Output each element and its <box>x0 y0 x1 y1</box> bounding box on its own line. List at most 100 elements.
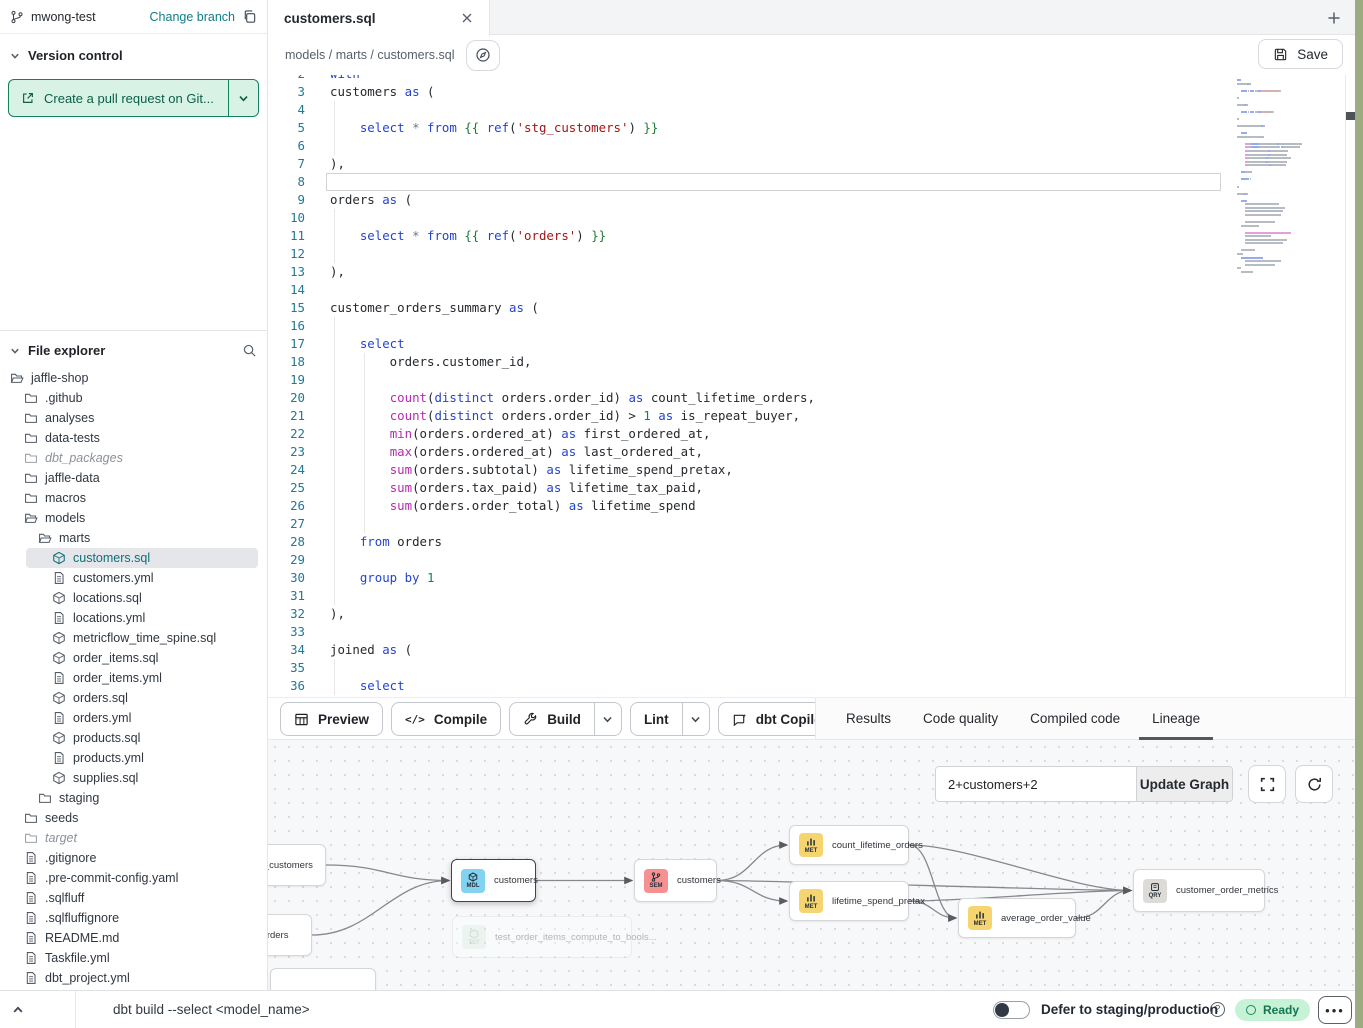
tree-item-data-tests[interactable]: data-tests <box>0 428 267 448</box>
tree-item-models[interactable]: models <box>0 508 267 528</box>
change-branch-link[interactable]: Change branch <box>150 10 235 24</box>
tree-item--github[interactable]: .github <box>0 388 267 408</box>
preview-button[interactable]: Preview <box>280 702 383 736</box>
tree-item--sqlfluff[interactable]: .sqlfluff <box>0 888 267 908</box>
minimap[interactable] <box>1237 75 1341 697</box>
indent-guide <box>334 317 335 605</box>
tree-item-orders-sql[interactable]: orders.sql <box>0 688 267 708</box>
tree-item-order-items-sql[interactable]: order_items.sql <box>0 648 267 668</box>
lineage-node-customer_order_metrics[interactable]: QRYcustomer_order_metrics <box>1133 869 1265 912</box>
tree-item-taskfile-yml[interactable]: Taskfile.yml <box>0 948 267 968</box>
compile-button[interactable]: </> Compile <box>391 702 501 736</box>
tree-item--pre-commit-config-yaml[interactable]: .pre-commit-config.yaml <box>0 868 267 888</box>
line-number: 22 <box>268 425 305 443</box>
build-options-button[interactable] <box>594 703 621 735</box>
tree-item-products-sql[interactable]: products.sql <box>0 728 267 748</box>
pr-options-chevron-icon[interactable] <box>229 80 258 116</box>
editor-scrollbar[interactable] <box>1345 75 1355 697</box>
tree-item-label: .sqlfluff <box>45 891 84 905</box>
lint-button[interactable]: Lint <box>631 712 682 727</box>
new-tab-button[interactable] <box>1320 4 1347 31</box>
tree-item-jaffle-data[interactable]: jaffle-data <box>0 468 267 488</box>
refresh-button[interactable] <box>1295 765 1333 803</box>
desktop-edge-strip <box>1355 0 1363 1028</box>
met-badge-icon: MET <box>799 889 823 913</box>
tree-item-seeds[interactable]: seeds <box>0 808 267 828</box>
panel-tab-code-quality[interactable]: Code quality <box>923 698 998 739</box>
search-icon[interactable] <box>242 343 257 358</box>
tree-item-products-yml[interactable]: products.yml <box>0 748 267 768</box>
tree-item-orders-yml[interactable]: orders.yml <box>0 708 267 728</box>
file-icon <box>52 671 66 685</box>
tree-item-label: .github <box>45 391 83 405</box>
lineage-node-customers_model[interactable]: MDLcustomers <box>451 859 536 902</box>
tree-item-readme-md[interactable]: README.md <box>0 928 267 948</box>
create-pr-button[interactable]: Create a pull request on Git... <box>8 79 259 117</box>
lineage-node-count_lifetime_orders[interactable]: METcount_lifetime_orders <box>789 825 909 865</box>
chevron-up-icon[interactable] <box>6 999 30 1021</box>
save-button[interactable]: Save <box>1258 39 1343 69</box>
tree-item-analyses[interactable]: analyses <box>0 408 267 428</box>
lineage-node-partial_node[interactable] <box>270 968 376 990</box>
more-options-button[interactable]: ••• <box>1318 996 1352 1024</box>
close-icon[interactable] <box>461 12 473 24</box>
tree-item-macros[interactable]: macros <box>0 488 267 508</box>
lineage-selector-input[interactable] <box>936 767 1136 801</box>
tree-item-target[interactable]: target <box>0 828 267 848</box>
build-label: Build <box>547 712 581 727</box>
tree-item-metricflow-time-spine-sql[interactable]: metricflow_time_spine.sql <box>0 628 267 648</box>
lineage-node-average_order_value[interactable]: METaverage_order_value <box>958 898 1076 938</box>
panel-tab-compiled-code[interactable]: Compiled code <box>1030 698 1120 739</box>
tree-item-customers-yml[interactable]: customers.yml <box>0 568 267 588</box>
folder-open-icon <box>10 371 24 385</box>
defer-label: Defer to staging/production <box>1041 1002 1218 1017</box>
code-line: customer_orders_summary as ( <box>330 299 539 317</box>
lineage-node-orders[interactable]: orders <box>268 914 312 956</box>
command-input[interactable] <box>113 991 673 1028</box>
code-line: sum(orders.tax_paid) as lifetime_tax_pai… <box>330 479 703 497</box>
help-icon[interactable]: ? <box>1210 1002 1225 1017</box>
folder-icon <box>38 791 52 805</box>
tree-item-dbt-packages[interactable]: dbt_packages <box>0 448 267 468</box>
editor-tab-customers-sql[interactable]: customers.sql <box>268 0 490 36</box>
version-control-header[interactable]: Version control <box>0 34 267 71</box>
lineage-node-stg_customers[interactable]: stg_customers <box>268 844 326 886</box>
tree-item-jaffle-shop[interactable]: jaffle-shop <box>0 368 267 388</box>
lineage-node-lifetime_spend_pretax[interactable]: METlifetime_spend_pretax <box>789 881 909 921</box>
compile-label: Compile <box>434 712 487 727</box>
tree-item-customers-sql[interactable]: customers.sql <box>26 548 258 568</box>
cursor-line-highlight <box>326 173 1221 191</box>
compass-button[interactable] <box>466 40 500 71</box>
lineage-node-test_order_items[interactable]: TSTtest_order_items_compute_to_bools... <box>452 916 632 958</box>
line-number: 26 <box>268 497 305 515</box>
lineage-canvas[interactable]: Update Graph stg_customersorders MDLcusto… <box>268 740 1355 990</box>
update-graph-button[interactable]: Update Graph <box>1136 767 1232 801</box>
tree-item-locations-yml[interactable]: locations.yml <box>0 608 267 628</box>
tree-item-label: supplies.sql <box>73 771 138 785</box>
panel-tab-results[interactable]: Results <box>846 698 891 739</box>
action-band: Preview </> Compile Build <box>268 697 1355 740</box>
fullscreen-button[interactable] <box>1248 765 1286 803</box>
tree-item-dbt-project-yml[interactable]: dbt_project.yml <box>0 968 267 988</box>
line-number: 34 <box>268 641 305 659</box>
tree-item-order-items-yml[interactable]: order_items.yml <box>0 668 267 688</box>
lineage-node-customers_sem[interactable]: SEMcustomers <box>634 859 717 902</box>
tree-item-staging[interactable]: staging <box>0 788 267 808</box>
tree-item-marts[interactable]: marts <box>0 528 267 548</box>
tree-item-locations-sql[interactable]: locations.sql <box>0 588 267 608</box>
tree-item-supplies-sql[interactable]: supplies.sql <box>0 768 267 788</box>
build-button[interactable]: Build <box>510 712 594 727</box>
code-editor[interactable]: 2with3customers as (45 select * from {{ … <box>268 75 1355 697</box>
ready-label: Ready <box>1263 1003 1299 1017</box>
lineage-node-label: orders <box>268 930 288 941</box>
file-explorer-header[interactable]: File explorer <box>0 331 267 368</box>
edge-stg_customers-to-customers_model <box>326 865 449 881</box>
tree-item--gitignore[interactable]: .gitignore <box>0 848 267 868</box>
lint-options-button[interactable] <box>682 703 709 735</box>
panel-tab-lineage[interactable]: Lineage <box>1152 698 1200 739</box>
defer-toggle[interactable] <box>993 1001 1030 1019</box>
tree-item--sqlfluffignore[interactable]: .sqlfluffignore <box>0 908 267 928</box>
copy-icon[interactable] <box>242 9 257 24</box>
file-tree: jaffle-shop.githubanalysesdata-testsdbt_… <box>0 368 267 988</box>
line-number: 32 <box>268 605 305 623</box>
